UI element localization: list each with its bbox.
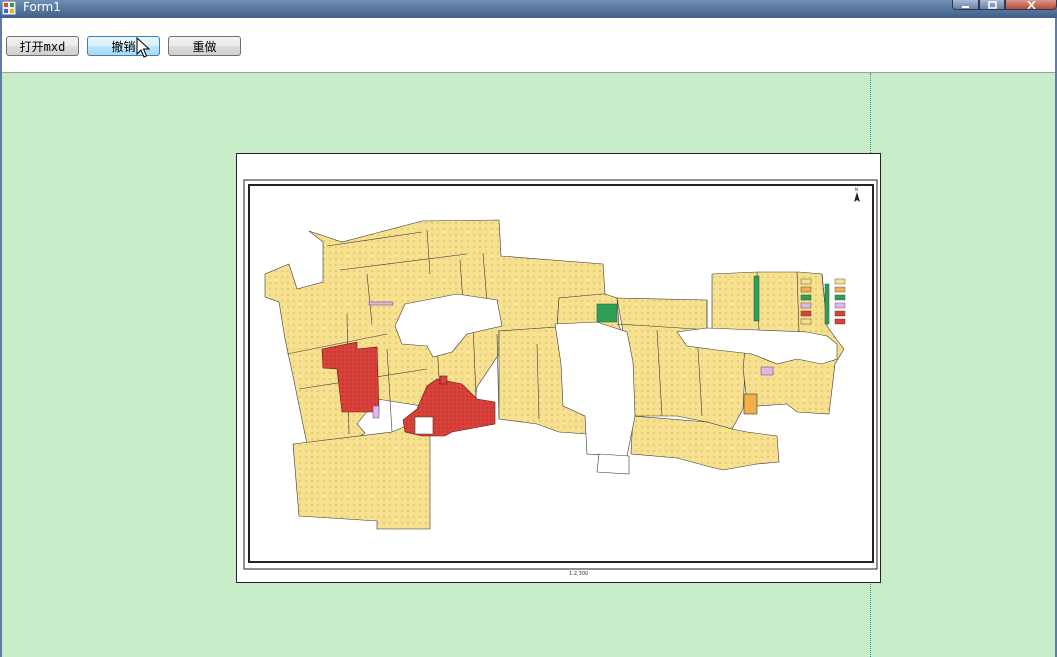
close-button[interactable] — [1005, 0, 1057, 10]
map-drawing: N 1:2,300 — [243, 179, 878, 577]
svg-text:N: N — [855, 187, 858, 192]
map-control[interactable]: N 1:2,300 — [2, 73, 1055, 657]
redo-button[interactable]: 重做 — [168, 36, 241, 56]
mouse-cursor-icon — [136, 37, 150, 58]
maximize-button[interactable] — [979, 0, 1005, 10]
title-bar[interactable]: Form1 — [0, 0, 1057, 18]
app-icon — [2, 1, 16, 15]
minimize-icon — [962, 5, 969, 8]
layout-page: N 1:2,300 — [236, 153, 881, 583]
maximize-icon — [987, 0, 997, 9]
minimize-button[interactable] — [952, 0, 979, 10]
north-arrow-icon: N — [854, 187, 860, 202]
scale-text: 1:2,300 — [569, 571, 588, 577]
window-title: Form1 — [23, 0, 61, 14]
toolbar: 打开mxd 撤销 重做 — [2, 18, 1055, 73]
close-icon — [1026, 0, 1036, 9]
open-mxd-button[interactable]: 打开mxd — [6, 36, 79, 56]
